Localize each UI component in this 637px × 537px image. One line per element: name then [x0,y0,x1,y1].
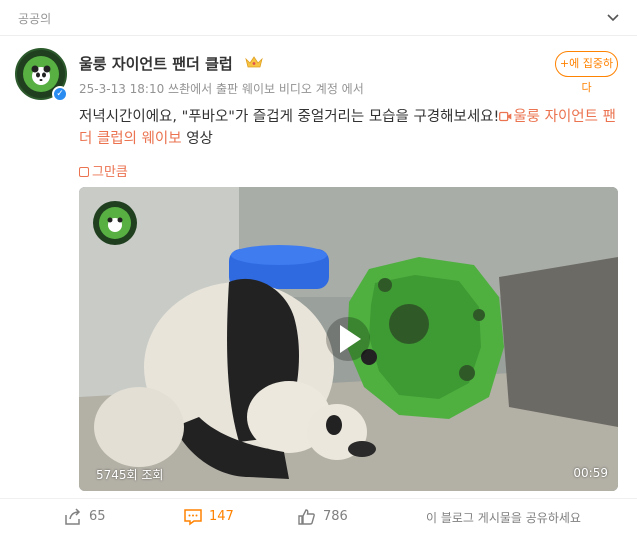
share-icon [65,508,81,525]
follow-button[interactable]: +에 집중하다 [555,51,618,94]
feed-header-label: 공공의 [18,12,52,26]
video-duration: 00:59 [573,466,608,480]
post-text: 저녁시간이에요, "푸바오"가 즐겁게 중얼거리는 모습을 구경해보세요! 울룽 … [79,106,619,150]
share-count: 65 [89,509,106,524]
collapse-button[interactable]: 그만큼 [79,161,128,180]
post-action-bar: 65 147 786 이 블로그 게시물을 공유하세요 [0,498,637,537]
video-camera-icon [499,111,512,122]
comment-icon [184,509,202,526]
comment-count: 147 [209,509,234,524]
chevron-down-icon[interactable] [605,10,621,26]
post-text-tail: 영상 [181,131,213,147]
post-author-name[interactable]: 울룽 자이언트 팬더 클럽 [79,53,233,74]
feed-header: 공공의 [0,0,637,36]
verified-badge-icon: ✓ [52,86,68,102]
collapse-icon [79,167,89,177]
post-text-main: 저녁시간이에요, "푸바오"가 즐겁게 중얼거리는 모습을 구경해보세요! [79,109,500,125]
crown-badge-icon [245,56,263,68]
collapse-label: 그만큼 [92,165,128,180]
video-thumbnail [79,187,618,491]
video-view-count: 5745회 조회 [96,468,164,482]
share-note[interactable]: 이 블로그 게시물을 공유하세요 [426,509,581,526]
panda-logo-icon [23,56,59,92]
video-player[interactable]: 5745회 조회 00:59 [79,187,618,491]
post-meta: 25-3-13 18:10 쓰촨에서 출판 웨이보 비디오 계정 에서 [79,82,364,96]
thumbs-up-icon [298,509,315,525]
like-count: 786 [323,509,348,524]
